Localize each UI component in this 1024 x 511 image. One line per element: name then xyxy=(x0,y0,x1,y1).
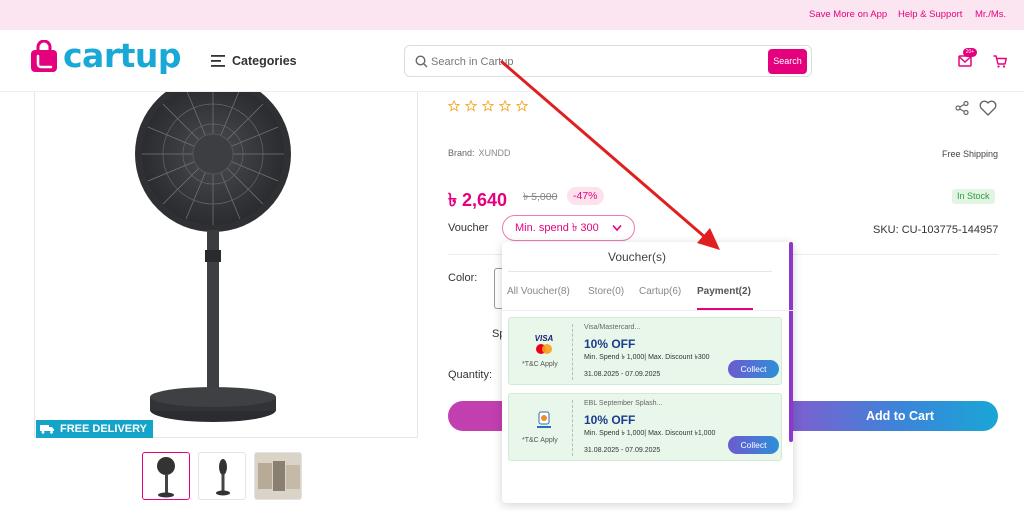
brand-row: Brand: XUNDD xyxy=(448,148,511,158)
cart-icon[interactable] xyxy=(993,55,1007,68)
thumbnail-fan-side-image xyxy=(216,459,230,496)
voucher-terms: Min. Spend ৳ 1,000| Max. Discount ৳1,000 xyxy=(584,430,716,437)
tab-store[interactable]: Store(0) xyxy=(588,286,624,297)
visa-mastercard-logo-icon: VISA xyxy=(535,334,554,354)
star-icon xyxy=(482,100,494,112)
thumbnail-3[interactable] xyxy=(254,452,302,500)
voucher-title: EBL September Splash... xyxy=(584,400,663,407)
add-to-cart-button[interactable]: Add to Cart xyxy=(790,401,998,431)
tnc-label[interactable]: *T&C Apply xyxy=(522,361,558,368)
voucher-popup: Voucher(s) All Voucher(8) Store(0) Cartu… xyxy=(502,242,793,503)
search-button[interactable]: Search xyxy=(768,49,807,74)
search-input[interactable] xyxy=(431,52,761,72)
add-to-cart-label: Add to Cart xyxy=(865,409,935,423)
brand-label: Brand: xyxy=(448,148,475,158)
search-bar: Search xyxy=(404,45,812,77)
tab-payment[interactable]: Payment(2) xyxy=(697,286,751,297)
ebl-logo-icon xyxy=(537,411,551,428)
product-price: ৳ 2,640 xyxy=(448,190,508,210)
voucher-title: Visa/Mastercard... xyxy=(584,324,641,331)
search-icon xyxy=(415,55,428,68)
star-icon xyxy=(465,100,477,112)
thumbnail-lifestyle-image xyxy=(255,453,301,499)
free-shipping-label: Free Shipping xyxy=(942,149,999,159)
product-page: Save More on App Help & Support Mr./Ms. … xyxy=(0,0,1024,511)
divider xyxy=(572,400,573,456)
account-link[interactable]: Mr./Ms. xyxy=(975,9,1006,20)
voucher-dropdown-label: Min. spend ৳ 300 xyxy=(515,222,599,234)
free-delivery-badge: FREE DELIVERY xyxy=(36,420,153,438)
buy-now-button[interactable] xyxy=(448,401,508,431)
voucher-dropdown[interactable]: Min. spend ৳ 300 xyxy=(502,215,635,241)
voucher-popup-title: Voucher(s) xyxy=(607,250,667,264)
quantity-label: Quantity: xyxy=(448,369,493,381)
voucher-offer: 10% OFF xyxy=(584,413,636,427)
voucher-dates: 31.08.2025 - 07.09.2025 xyxy=(584,447,661,454)
tnc-label[interactable]: *T&C Apply xyxy=(522,437,558,444)
voucher-card: VISA *T&C Apply Visa/Mastercard... 10% O… xyxy=(508,317,782,385)
voucher-dates: 31.08.2025 - 07.09.2025 xyxy=(584,371,661,378)
chevron-down-icon xyxy=(612,224,622,232)
star-icon xyxy=(448,100,460,112)
divider xyxy=(502,310,793,311)
collect-button[interactable]: Collect xyxy=(728,360,779,378)
share-icon[interactable] xyxy=(955,101,969,115)
rating-stars xyxy=(448,100,528,112)
star-icon xyxy=(516,100,528,112)
stock-badge: In Stock xyxy=(952,189,995,204)
shopping-bag-logo-icon[interactable] xyxy=(29,40,59,74)
divider xyxy=(508,271,772,272)
original-price: ৳ 5,000 xyxy=(523,191,558,203)
product-image[interactable]: FREE DELIVERY xyxy=(34,92,418,438)
thumbnail-2[interactable] xyxy=(198,452,246,500)
heart-icon[interactable] xyxy=(979,100,997,116)
visa-logo-text: VISA xyxy=(535,334,554,343)
thumbnail-1[interactable] xyxy=(142,452,190,500)
brand-value[interactable]: XUNDD xyxy=(479,148,511,158)
site-header: cartup Categories Search 20+ xyxy=(0,30,1024,92)
tab-all-voucher[interactable]: All Voucher(8) xyxy=(507,286,570,297)
star-icon xyxy=(499,100,511,112)
voucher-card: *T&C Apply EBL September Splash... 10% O… xyxy=(508,393,782,461)
mail-badge: 20+ xyxy=(963,48,977,57)
voucher-offer: 10% OFF xyxy=(584,337,636,351)
scrollbar[interactable] xyxy=(789,242,793,442)
save-more-link[interactable]: Save More on App xyxy=(809,9,887,20)
color-label: Color: xyxy=(448,272,478,284)
help-support-link[interactable]: Help & Support xyxy=(898,9,962,20)
tab-cartup[interactable]: Cartup(6) xyxy=(639,286,681,297)
discount-badge: -47% xyxy=(567,187,604,205)
logo-text[interactable]: cartup xyxy=(63,36,182,75)
divider xyxy=(572,324,573,380)
voucher-label: Voucher xyxy=(448,222,489,234)
sku-label: SKU: CU-103775-144957 xyxy=(873,224,999,236)
top-strip: Save More on App Help & Support Mr./Ms. xyxy=(0,0,1024,30)
free-delivery-label: FREE DELIVERY xyxy=(60,423,147,435)
categories-button[interactable]: Categories xyxy=(232,54,297,68)
voucher-terms: Min. Spend ৳ 1,000| Max. Discount ৳300 xyxy=(584,354,710,361)
truck-icon xyxy=(40,425,54,434)
desk-fan-image xyxy=(135,92,291,422)
collect-button[interactable]: Collect xyxy=(728,436,779,454)
thumbnail-fan-image xyxy=(157,457,175,498)
menu-icon[interactable] xyxy=(211,55,225,67)
